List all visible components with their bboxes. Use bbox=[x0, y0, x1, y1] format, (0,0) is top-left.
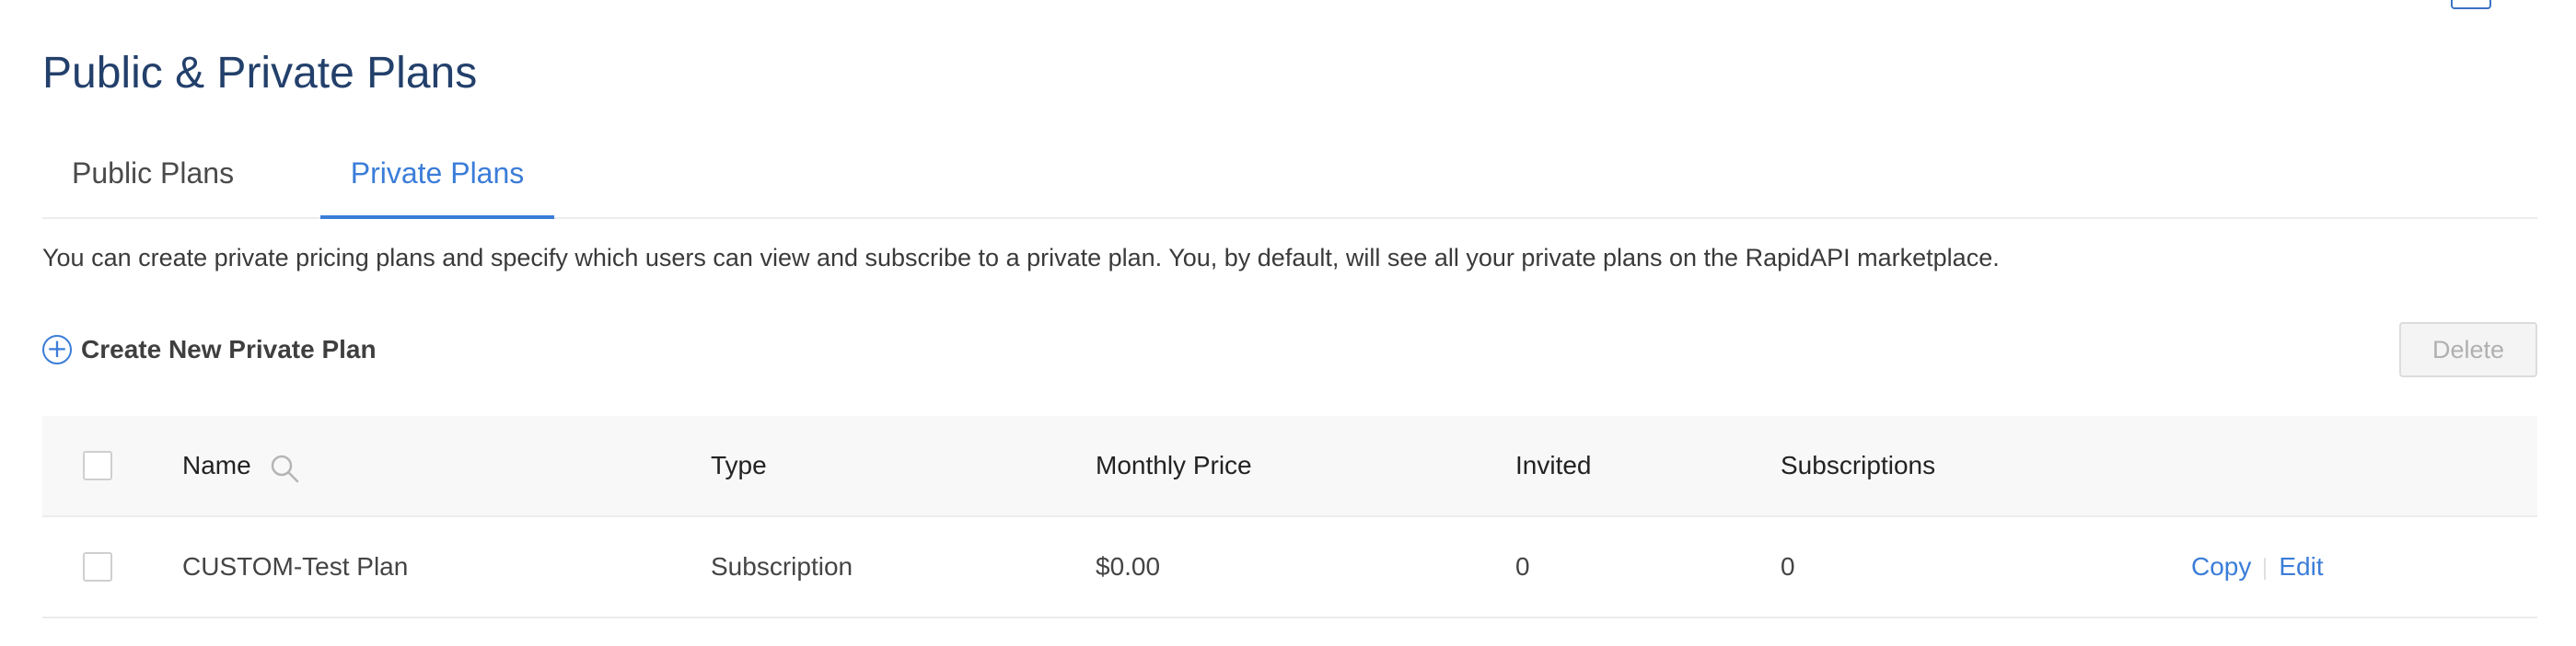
copy-plan-link[interactable]: Copy bbox=[2191, 552, 2251, 581]
plan-type: Subscription bbox=[711, 552, 853, 581]
create-private-plan-label: Create New Private Plan bbox=[81, 335, 377, 363]
column-header-subscriptions: Subscriptions bbox=[1781, 451, 1936, 479]
create-private-plan-button[interactable]: + Create New Private Plan bbox=[42, 331, 377, 368]
page-title: Public & Private Plans bbox=[42, 49, 478, 98]
table-row: CUSTOM-Test Plan Subscription $0.00 0 0 … bbox=[42, 517, 2537, 618]
column-header-monthly-price: Monthly Price bbox=[1096, 451, 1252, 479]
plan-tabs: Public Plans Private Plans bbox=[42, 140, 2537, 219]
plan-name: CUSTOM-Test Plan bbox=[182, 552, 409, 581]
private-plans-description: You can create private pricing plans and… bbox=[42, 244, 2000, 271]
delete-button[interactable]: Delete bbox=[2399, 322, 2537, 377]
search-icon[interactable] bbox=[269, 453, 300, 484]
column-header-name: Name bbox=[182, 451, 251, 479]
edit-plan-link[interactable]: Edit bbox=[2279, 552, 2323, 581]
action-divider bbox=[2264, 557, 2267, 580]
plan-subscriptions-count: 0 bbox=[1781, 552, 1795, 581]
corner-button[interactable] bbox=[2451, 0, 2491, 9]
select-all-checkbox[interactable] bbox=[83, 451, 112, 480]
plan-monthly-price: $0.00 bbox=[1096, 552, 1161, 581]
tab-public-plans[interactable]: Public Plans bbox=[72, 140, 234, 217]
private-plans-table: Name Type Monthly Price Invited Subscrip… bbox=[42, 416, 2537, 618]
plan-invited-count: 0 bbox=[1515, 552, 1530, 581]
row-checkbox[interactable] bbox=[83, 552, 112, 582]
column-header-invited: Invited bbox=[1515, 451, 1592, 479]
plus-circle-icon: + bbox=[42, 335, 72, 364]
tab-private-plans[interactable]: Private Plans bbox=[320, 140, 554, 219]
table-header: Name Type Monthly Price Invited Subscrip… bbox=[42, 416, 2537, 517]
column-header-type: Type bbox=[711, 451, 767, 479]
row-actions: Copy Edit bbox=[2191, 517, 2324, 617]
